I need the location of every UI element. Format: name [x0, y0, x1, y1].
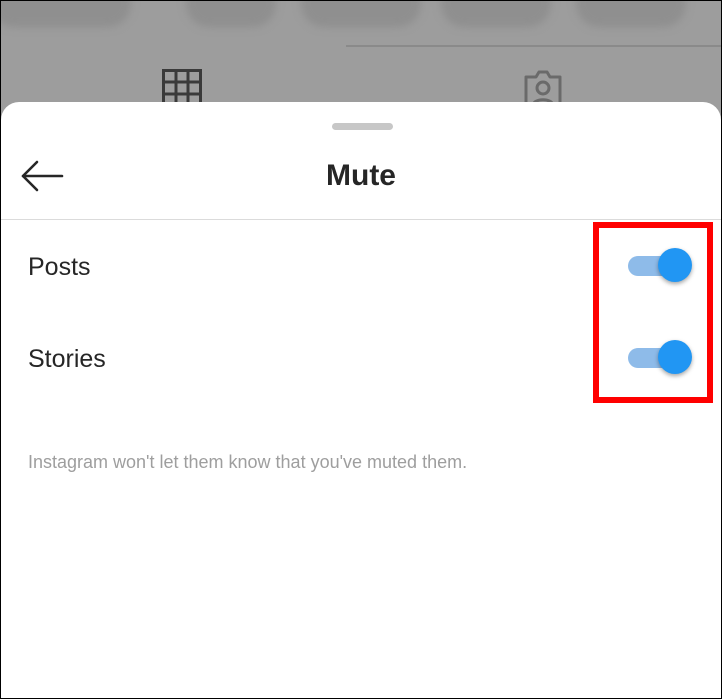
blurred-background-item: [576, 1, 686, 27]
toggle-thumb: [658, 340, 692, 374]
mute-option-stories[interactable]: Stories: [1, 320, 721, 400]
blurred-background-item: [186, 1, 276, 27]
screen: Mute Posts Stories Instagram won't let t…: [1, 1, 721, 698]
option-label-posts: Posts: [28, 253, 91, 281]
mute-bottom-sheet: Mute Posts Stories Instagram won't let t…: [1, 102, 721, 698]
background-tab-indicator: [346, 45, 721, 47]
posts-toggle[interactable]: [628, 246, 692, 286]
sheet-title: Mute: [326, 159, 396, 192]
option-label-stories: Stories: [28, 345, 106, 373]
mute-option-posts[interactable]: Posts: [1, 228, 721, 308]
toggle-thumb: [658, 248, 692, 282]
stories-toggle[interactable]: [628, 338, 692, 378]
sheet-drag-handle[interactable]: [332, 123, 393, 130]
blurred-background-item: [301, 1, 421, 27]
blurred-background-item: [1, 1, 131, 27]
mute-privacy-note: Instagram won't let them know that you'v…: [28, 452, 468, 472]
header-divider: [1, 219, 721, 220]
blurred-background-item: [441, 1, 551, 27]
